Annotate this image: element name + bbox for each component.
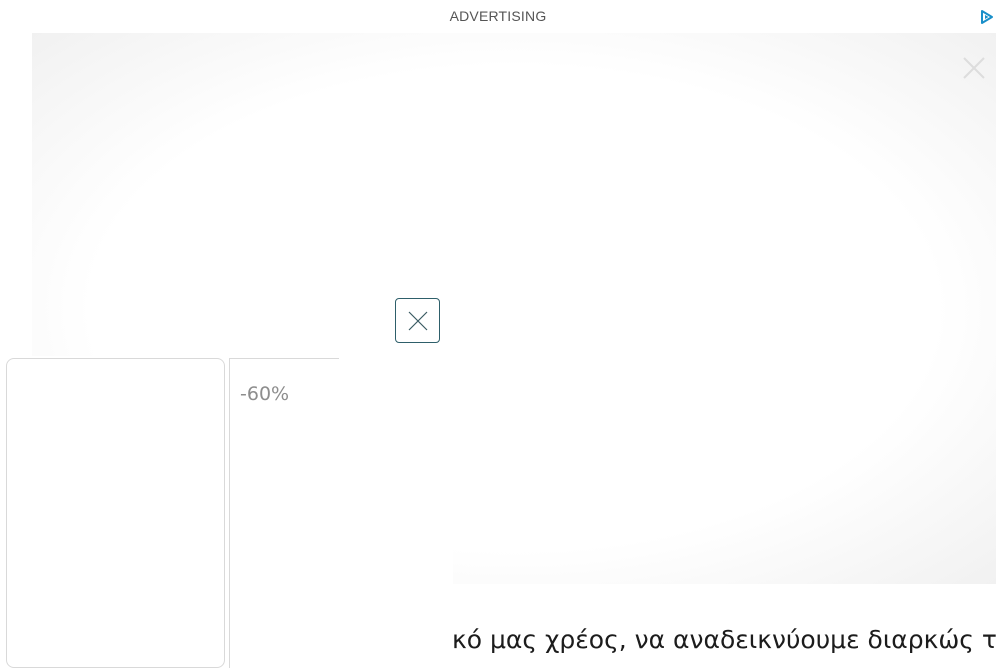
advertising-label: ADVERTISING bbox=[449, 8, 547, 24]
article-paragraph: κό μας χρέος, να αναδεικνύουμε διαρκώς τ bbox=[452, 625, 996, 654]
ad-close-icon[interactable] bbox=[962, 56, 986, 80]
close-x-icon bbox=[408, 311, 428, 331]
ad-placeholder-close-button[interactable] bbox=[395, 298, 440, 343]
discount-badge: -60% bbox=[240, 383, 290, 405]
product-card[interactable] bbox=[6, 358, 225, 668]
adchoices-icon[interactable] bbox=[979, 9, 995, 25]
